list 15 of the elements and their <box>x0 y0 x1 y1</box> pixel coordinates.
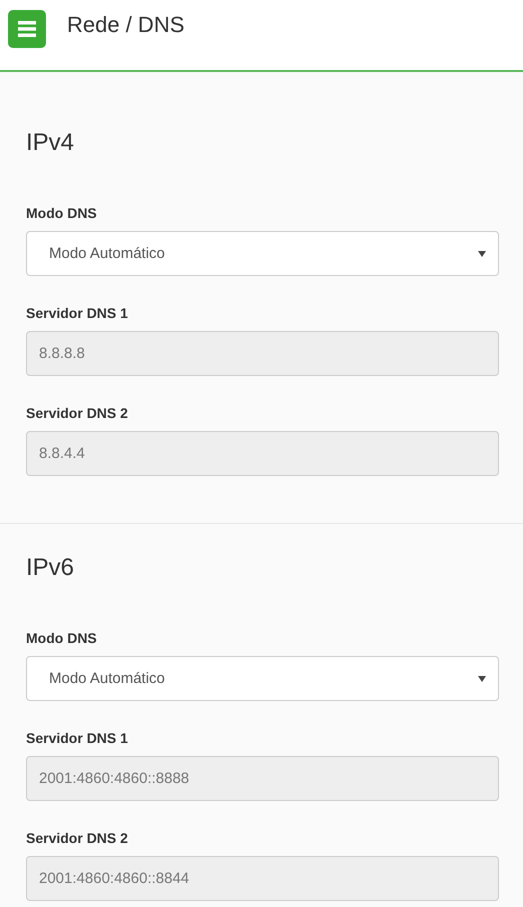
field-label: Servidor DNS 2 <box>26 829 129 848</box>
page-title: Rede / DNS <box>67 11 184 39</box>
field-label: Modo DNS <box>26 629 98 648</box>
caret-icon <box>478 250 486 256</box>
field-label: Servidor DNS 1 <box>26 729 129 748</box>
section-heading: IPv6 <box>26 553 76 583</box>
field-label: Servidor DNS 1 <box>26 304 129 323</box>
select-field[interactable]: Modo Automático <box>26 231 499 276</box>
menu-button[interactable] <box>8 10 46 48</box>
caret-icon <box>478 676 486 682</box>
menu-icon <box>18 21 36 37</box>
field-label: Servidor DNS 2 <box>26 404 129 423</box>
section-heading: IPv4 <box>26 128 76 158</box>
field-label: Modo DNS <box>26 204 98 223</box>
select-field[interactable]: Modo Automático <box>26 656 499 701</box>
